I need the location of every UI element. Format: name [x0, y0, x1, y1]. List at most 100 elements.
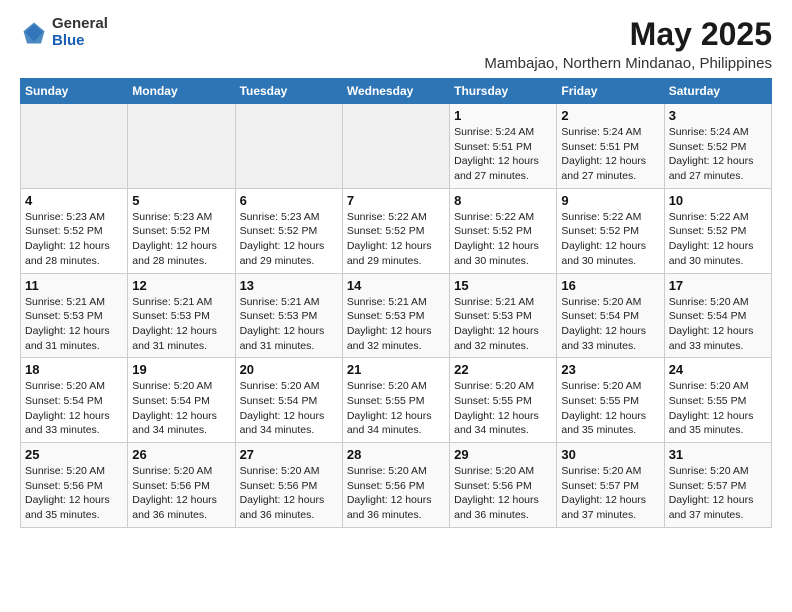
day-cell: 20 Sunrise: 5:20 AMSunset: 5:54 PMDayligh… [235, 358, 342, 443]
day-cell: 14 Sunrise: 5:21 AMSunset: 5:53 PMDayligh… [342, 273, 449, 358]
calendar-table: SundayMondayTuesdayWednesdayThursdayFrid… [20, 78, 772, 528]
header-row: SundayMondayTuesdayWednesdayThursdayFrid… [21, 79, 772, 104]
day-info: Sunrise: 5:20 AMSunset: 5:54 PMDaylight:… [25, 379, 123, 438]
day-info: Sunrise: 5:20 AMSunset: 5:57 PMDaylight:… [669, 464, 767, 523]
day-info: Sunrise: 5:20 AMSunset: 5:54 PMDaylight:… [669, 295, 767, 354]
day-info: Sunrise: 5:21 AMSunset: 5:53 PMDaylight:… [454, 295, 552, 354]
day-number: 23 [561, 362, 659, 377]
day-number: 31 [669, 447, 767, 462]
day-number: 6 [240, 193, 338, 208]
logo-blue-text: Blue [52, 33, 108, 50]
calendar-body: 1 Sunrise: 5:24 AMSunset: 5:51 PMDaylight… [21, 104, 772, 528]
day-info: Sunrise: 5:20 AMSunset: 5:57 PMDaylight:… [561, 464, 659, 523]
day-cell: 4 Sunrise: 5:23 AMSunset: 5:52 PMDaylight… [21, 188, 128, 273]
day-info: Sunrise: 5:20 AMSunset: 5:54 PMDaylight:… [240, 379, 338, 438]
day-number: 29 [454, 447, 552, 462]
day-number: 2 [561, 108, 659, 123]
day-cell: 28Sunrise: 5:20 AMSunset: 5:56 PMDayligh… [342, 443, 449, 528]
day-header-monday: Monday [128, 79, 235, 104]
day-cell [128, 104, 235, 189]
day-cell: 30Sunrise: 5:20 AMSunset: 5:57 PMDayligh… [557, 443, 664, 528]
logo-icon [20, 19, 48, 47]
day-cell: 8Sunrise: 5:22 AMSunset: 5:52 PMDaylight… [450, 188, 557, 273]
title-area: May 2025 Mambajao, Northern Mindanao, Ph… [484, 16, 772, 72]
week-row-1: 1 Sunrise: 5:24 AMSunset: 5:51 PMDaylight… [21, 104, 772, 189]
week-row-2: 4 Sunrise: 5:23 AMSunset: 5:52 PMDaylight… [21, 188, 772, 273]
day-cell: 9 Sunrise: 5:22 AMSunset: 5:52 PMDaylight… [557, 188, 664, 273]
day-number: 7 [347, 193, 445, 208]
day-cell [342, 104, 449, 189]
day-cell: 2Sunrise: 5:24 AMSunset: 5:51 PMDaylight… [557, 104, 664, 189]
day-number: 16 [561, 278, 659, 293]
day-cell: 10 Sunrise: 5:22 AMSunset: 5:52 PMDayligh… [664, 188, 771, 273]
day-cell: 26 Sunrise: 5:20 AMSunset: 5:56 PMDayligh… [128, 443, 235, 528]
day-info: Sunrise: 5:20 AMSunset: 5:56 PMDaylight:… [132, 464, 230, 523]
day-number: 21 [347, 362, 445, 377]
day-number: 9 [561, 193, 659, 208]
day-header-tuesday: Tuesday [235, 79, 342, 104]
day-info: Sunrise: 5:23 AMSunset: 5:52 PMDaylight:… [240, 210, 338, 269]
day-cell: 1 Sunrise: 5:24 AMSunset: 5:51 PMDaylight… [450, 104, 557, 189]
day-cell: 18 Sunrise: 5:20 AMSunset: 5:54 PMDayligh… [21, 358, 128, 443]
day-info: Sunrise: 5:24 AMSunset: 5:52 PMDaylight:… [669, 125, 767, 184]
day-info: Sunrise: 5:21 AMSunset: 5:53 PMDaylight:… [132, 295, 230, 354]
day-number: 19 [132, 362, 230, 377]
day-info: Sunrise: 5:24 AMSunset: 5:51 PMDaylight:… [454, 125, 552, 184]
day-number: 26 [132, 447, 230, 462]
day-number: 4 [25, 193, 123, 208]
day-cell: 5Sunrise: 5:23 AMSunset: 5:52 PMDaylight… [128, 188, 235, 273]
main-title: May 2025 [484, 16, 772, 53]
day-cell: 11 Sunrise: 5:21 AMSunset: 5:53 PMDayligh… [21, 273, 128, 358]
day-number: 5 [132, 193, 230, 208]
location-subtitle: Mambajao, Northern Mindanao, Philippines [484, 55, 772, 72]
day-cell: 22Sunrise: 5:20 AMSunset: 5:55 PMDayligh… [450, 358, 557, 443]
day-cell: 3 Sunrise: 5:24 AMSunset: 5:52 PMDaylight… [664, 104, 771, 189]
day-cell: 13 Sunrise: 5:21 AMSunset: 5:53 PMDayligh… [235, 273, 342, 358]
day-cell: 21Sunrise: 5:20 AMSunset: 5:55 PMDayligh… [342, 358, 449, 443]
day-cell: 7 Sunrise: 5:22 AMSunset: 5:52 PMDaylight… [342, 188, 449, 273]
day-cell: 23Sunrise: 5:20 AMSunset: 5:55 PMDayligh… [557, 358, 664, 443]
day-number: 13 [240, 278, 338, 293]
day-info: Sunrise: 5:23 AMSunset: 5:52 PMDaylight:… [25, 210, 123, 269]
day-number: 20 [240, 362, 338, 377]
day-info: Sunrise: 5:21 AMSunset: 5:53 PMDaylight:… [25, 295, 123, 354]
day-number: 22 [454, 362, 552, 377]
day-number: 18 [25, 362, 123, 377]
day-number: 8 [454, 193, 552, 208]
day-header-wednesday: Wednesday [342, 79, 449, 104]
day-cell: 29 Sunrise: 5:20 AMSunset: 5:56 PMDayligh… [450, 443, 557, 528]
day-number: 24 [669, 362, 767, 377]
logo: General Blue [20, 16, 108, 49]
day-cell: 25 Sunrise: 5:20 AMSunset: 5:56 PMDayligh… [21, 443, 128, 528]
day-info: Sunrise: 5:22 AMSunset: 5:52 PMDaylight:… [669, 210, 767, 269]
day-header-saturday: Saturday [664, 79, 771, 104]
day-number: 1 [454, 108, 552, 123]
day-number: 12 [132, 278, 230, 293]
day-info: Sunrise: 5:21 AMSunset: 5:53 PMDaylight:… [347, 295, 445, 354]
day-info: Sunrise: 5:22 AMSunset: 5:52 PMDaylight:… [347, 210, 445, 269]
day-info: Sunrise: 5:20 AMSunset: 5:55 PMDaylight:… [669, 379, 767, 438]
day-number: 15 [454, 278, 552, 293]
day-cell: 12 Sunrise: 5:21 AMSunset: 5:53 PMDayligh… [128, 273, 235, 358]
day-number: 3 [669, 108, 767, 123]
day-cell: 19 Sunrise: 5:20 AMSunset: 5:54 PMDayligh… [128, 358, 235, 443]
day-number: 25 [25, 447, 123, 462]
logo-general-text: General [52, 16, 108, 33]
day-info: Sunrise: 5:20 AMSunset: 5:56 PMDaylight:… [25, 464, 123, 523]
day-number: 17 [669, 278, 767, 293]
day-number: 28 [347, 447, 445, 462]
day-info: Sunrise: 5:20 AMSunset: 5:54 PMDaylight:… [132, 379, 230, 438]
day-number: 27 [240, 447, 338, 462]
day-info: Sunrise: 5:20 AMSunset: 5:54 PMDaylight:… [561, 295, 659, 354]
day-number: 11 [25, 278, 123, 293]
day-number: 10 [669, 193, 767, 208]
day-cell [21, 104, 128, 189]
day-info: Sunrise: 5:20 AMSunset: 5:56 PMDaylight:… [240, 464, 338, 523]
day-info: Sunrise: 5:21 AMSunset: 5:53 PMDaylight:… [240, 295, 338, 354]
day-number: 14 [347, 278, 445, 293]
week-row-3: 11 Sunrise: 5:21 AMSunset: 5:53 PMDayligh… [21, 273, 772, 358]
day-info: Sunrise: 5:20 AMSunset: 5:56 PMDaylight:… [454, 464, 552, 523]
logo-text: General Blue [52, 16, 108, 49]
day-cell: 24 Sunrise: 5:20 AMSunset: 5:55 PMDayligh… [664, 358, 771, 443]
day-info: Sunrise: 5:22 AMSunset: 5:52 PMDaylight:… [561, 210, 659, 269]
